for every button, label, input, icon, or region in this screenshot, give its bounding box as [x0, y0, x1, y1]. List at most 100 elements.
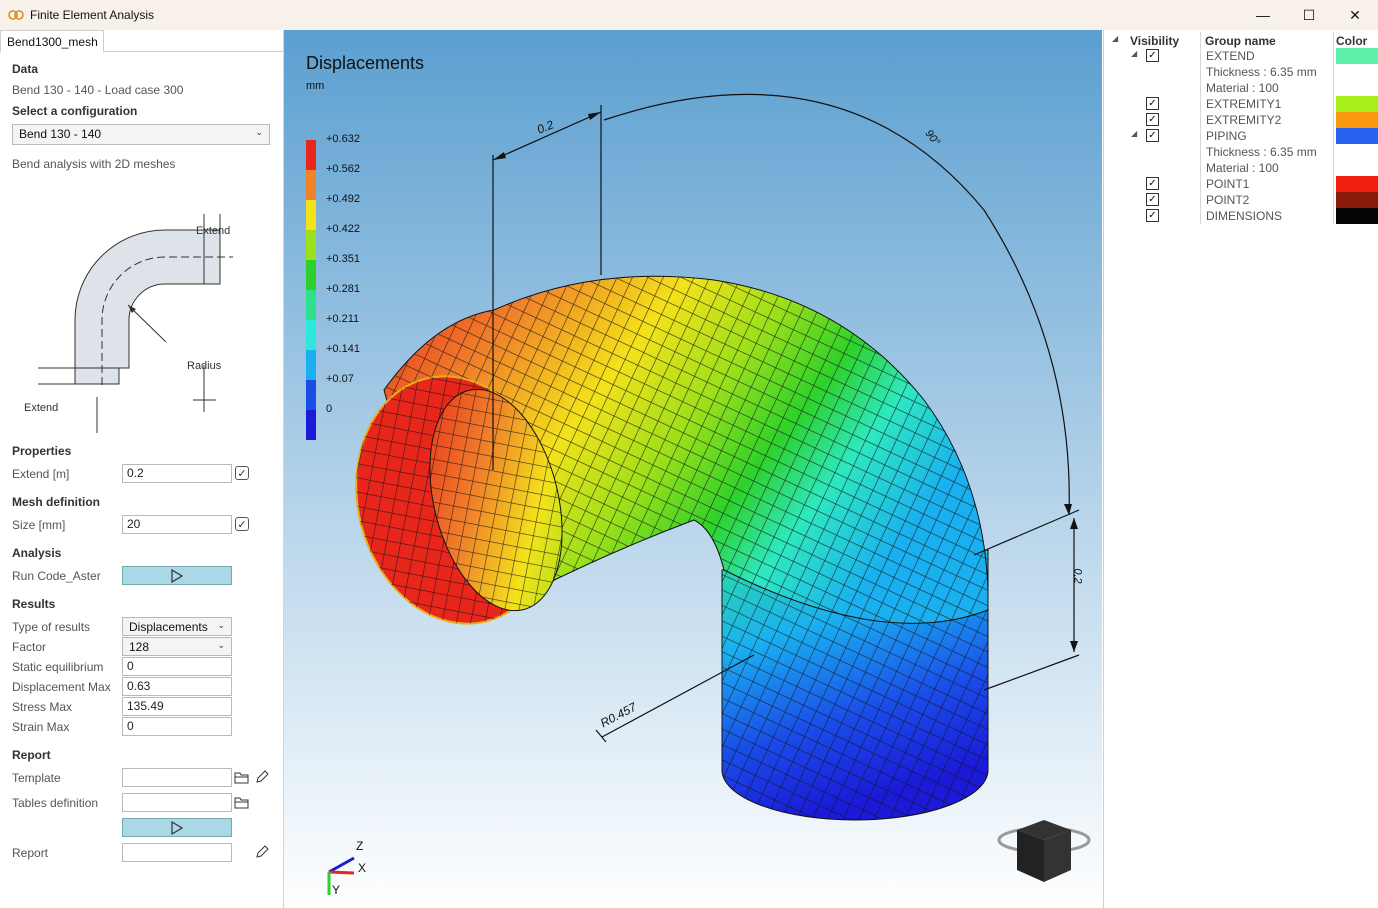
pipe-model: Z X Y [327, 93, 1091, 897]
group-name: POINT1 [1206, 177, 1250, 191]
static-equilibrium-label: Static equilibrium [12, 660, 104, 674]
group-name: EXTREMITY2 [1206, 113, 1282, 127]
group-row[interactable]: ◢ ✓ EXTEND [1104, 48, 1378, 64]
template-label: Template [12, 771, 61, 785]
analysis-note: Bend analysis with 2D meshes [12, 157, 176, 171]
extend-input[interactable]: 0.2 [122, 464, 232, 483]
view-cube-icon[interactable] [997, 820, 1091, 882]
visibility-checkbox[interactable]: ✓ [1146, 129, 1159, 142]
chevron-down-icon: ⌄ [217, 640, 225, 650]
type-of-results-value: Displacements [129, 620, 208, 634]
minimize-button[interactable]: — [1240, 0, 1286, 30]
axis-z-label: Z [356, 839, 363, 853]
group-name: PIPING [1206, 129, 1247, 143]
axis-triad: Z X Y [327, 839, 366, 897]
group-color-swatch[interactable] [1336, 192, 1378, 208]
run-code-aster-button[interactable] [122, 566, 232, 585]
group-color-swatch[interactable] [1336, 48, 1378, 64]
extend-apply-icon[interactable]: ✓ [235, 466, 249, 480]
collapse-all-icon[interactable]: ◢ [1112, 34, 1118, 43]
stress-max-field[interactable]: 135.49 [122, 697, 232, 716]
visibility-checkbox[interactable]: ✓ [1146, 49, 1159, 62]
group-name: Thickness : 6.35 mm [1206, 65, 1317, 79]
group-name: Thickness : 6.35 mm [1206, 145, 1317, 159]
strain-max-field[interactable]: 0 [122, 717, 232, 736]
group-name: EXTEND [1206, 49, 1255, 63]
group-row[interactable]: ✓ EXTREMITY2 [1104, 112, 1378, 128]
expander-icon[interactable]: ◢ [1131, 129, 1137, 138]
group-color-swatch[interactable] [1336, 96, 1378, 112]
diagram-extend-top-label: Extend [196, 225, 231, 237]
pencil-icon[interactable] [254, 844, 270, 860]
template-input[interactable] [122, 768, 232, 787]
group-row[interactable]: ✓ POINT1 [1104, 176, 1378, 192]
factor-select[interactable]: 128 ⌄ [122, 637, 232, 656]
groups-panel: ◢ Visibility Group name Color ◢ ✓ EXTEND Th… [1103, 30, 1378, 908]
play-icon [171, 820, 184, 835]
displacement-max-label: Displacement Max [12, 680, 111, 694]
group-color-swatch[interactable] [1336, 208, 1378, 224]
report-input[interactable] [122, 843, 232, 862]
factor-label: Factor [12, 640, 47, 654]
tab-bend1300-mesh[interactable]: Bend1300_mesh [0, 30, 104, 53]
visibility-checkbox[interactable]: ✓ [1146, 113, 1159, 126]
group-color-swatch[interactable] [1336, 128, 1378, 144]
static-equilibrium-field[interactable]: 0 [122, 657, 232, 676]
group-row[interactable]: ✓ EXTREMITY1 [1104, 96, 1378, 112]
chevron-down-icon: ⌄ [217, 620, 225, 630]
folder-open-icon[interactable] [234, 794, 250, 810]
type-of-results-label: Type of results [12, 620, 91, 634]
group-row[interactable]: Thickness : 6.35 mm [1104, 64, 1378, 80]
data-description: Bend 130 - 140 - Load case 300 [12, 83, 184, 97]
size-apply-icon[interactable]: ✓ [235, 517, 249, 531]
group-row[interactable]: ◢ ✓ PIPING [1104, 128, 1378, 144]
group-name: Material : 100 [1206, 161, 1279, 175]
expander-icon[interactable]: ◢ [1131, 49, 1137, 58]
close-button[interactable]: ✕ [1332, 0, 1378, 30]
play-icon [171, 568, 184, 583]
color-header: Color [1336, 34, 1368, 48]
report-label: Report [12, 846, 49, 860]
3d-viewport[interactable]: Displacements mm +0.632 +0.562 +0.492 +0.42… [284, 30, 1102, 908]
extend-label: Extend [m] [12, 467, 70, 481]
stress-max-label: Stress Max [12, 700, 73, 714]
dimension-right-label: 0.2 [1071, 568, 1084, 584]
analysis-title: Analysis [12, 546, 62, 560]
maximize-button[interactable]: ☐ [1286, 0, 1332, 30]
group-name: Material : 100 [1206, 81, 1279, 95]
group-color-swatch[interactable] [1336, 112, 1378, 128]
visibility-checkbox[interactable]: ✓ [1146, 177, 1159, 190]
size-input[interactable]: 20 [122, 515, 232, 534]
app-logo-icon [8, 10, 24, 20]
factor-value: 128 [129, 640, 150, 654]
axis-y-label: Y [332, 883, 340, 897]
visibility-checkbox[interactable]: ✓ [1146, 97, 1159, 110]
configuration-select[interactable]: Bend 130 - 140 ⌄ [12, 124, 270, 145]
group-row[interactable]: Material : 100 [1104, 80, 1378, 96]
run-label: Run Code_Aster [12, 569, 101, 583]
tables-definition-input[interactable] [122, 793, 232, 812]
generate-report-button[interactable] [122, 818, 232, 837]
folder-open-icon[interactable] [234, 769, 250, 785]
strain-max-label: Strain Max [12, 720, 70, 734]
type-of-results-select[interactable]: Displacements ⌄ [122, 617, 232, 636]
visibility-checkbox[interactable]: ✓ [1146, 193, 1159, 206]
chevron-down-icon: ⌄ [255, 127, 263, 137]
displacement-max-field[interactable]: 0.63 [122, 677, 232, 696]
data-section-title: Data [12, 62, 39, 76]
group-name-header: Group name [1205, 34, 1276, 48]
axis-x-label: X [358, 861, 366, 875]
size-label: Size [mm] [12, 518, 66, 532]
pencil-icon[interactable] [254, 769, 270, 785]
group-row[interactable]: ✓ DIMENSIONS [1104, 208, 1378, 224]
report-title: Report [12, 748, 51, 762]
left-panel: Bend1300_mesh Data Bend 130 - 140 - Load… [0, 30, 284, 908]
properties-title: Properties [12, 444, 72, 458]
group-name: POINT2 [1206, 193, 1250, 207]
mesh-title: Mesh definition [12, 495, 100, 509]
group-row[interactable]: Thickness : 6.35 mm [1104, 144, 1378, 160]
group-color-swatch[interactable] [1336, 176, 1378, 192]
group-row[interactable]: Material : 100 [1104, 160, 1378, 176]
group-row[interactable]: ✓ POINT2 [1104, 192, 1378, 208]
visibility-checkbox[interactable]: ✓ [1146, 209, 1159, 222]
